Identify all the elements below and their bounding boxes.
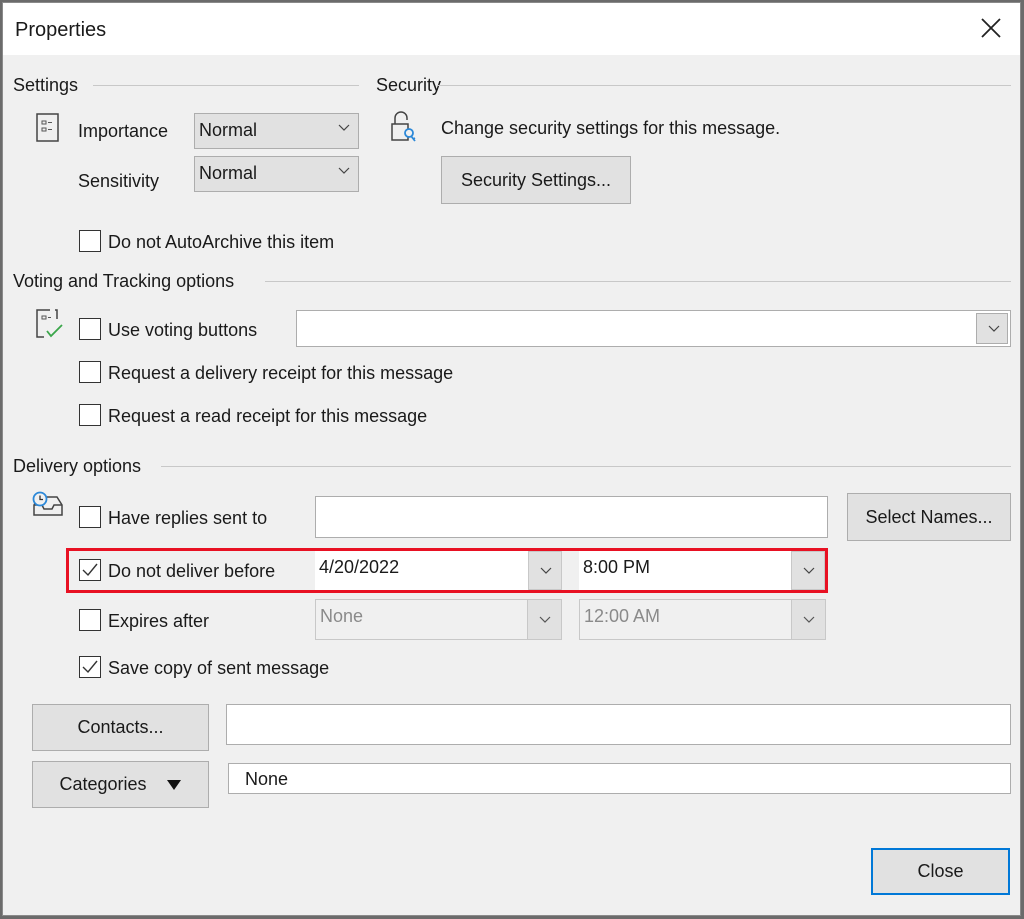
title-bar: Properties	[3, 3, 1020, 55]
contacts-input[interactable]	[226, 704, 1011, 745]
security-settings-label: Security Settings...	[460, 170, 612, 190]
checkmark-icon	[82, 660, 98, 674]
select-names-label: Select Names...	[865, 507, 993, 527]
chevron-down-icon	[803, 567, 815, 574]
have-replies-label: Have replies sent to	[108, 508, 268, 528]
security-settings-button[interactable]: Security Settings...	[441, 156, 631, 204]
categories-label: Categories	[59, 774, 147, 794]
voting-section-label: Voting and Tracking options	[13, 271, 235, 291]
delivery-clock-tray-icon	[31, 491, 65, 526]
dialog-title: Properties	[15, 19, 107, 41]
expires-time-value: 12:00 AM	[584, 606, 661, 626]
sensitivity-select[interactable]: Normal	[194, 156, 359, 192]
use-voting-label: Use voting buttons	[108, 320, 258, 340]
expires-date-value: None	[320, 606, 364, 626]
categories-input[interactable]: None	[228, 763, 1011, 794]
expires-after-label: Expires after	[108, 611, 210, 631]
close-label: Close	[917, 861, 964, 881]
settings-section-label: Settings	[13, 75, 79, 95]
chevron-down-icon	[338, 167, 350, 174]
have-replies-checkbox[interactable]	[79, 506, 101, 528]
do-not-deliver-before-label: Do not deliver before	[108, 561, 276, 581]
replies-to-input[interactable]	[315, 496, 828, 538]
read-receipt-checkbox[interactable]	[79, 404, 101, 426]
checkmark-icon	[82, 563, 98, 577]
close-icon[interactable]	[980, 17, 1002, 39]
chevron-down-icon	[539, 616, 551, 623]
triangle-down-icon	[166, 780, 181, 791]
autoarchive-label: Do not AutoArchive this item	[108, 232, 335, 252]
close-button[interactable]: Close	[871, 848, 1010, 895]
chevron-down-icon	[540, 567, 552, 574]
chevron-down-icon	[338, 124, 350, 131]
chevron-down-icon	[803, 616, 815, 623]
save-copy-label: Save copy of sent message	[108, 658, 330, 678]
defer-time-dropdown-button[interactable]	[791, 551, 825, 590]
importance-label: Importance	[78, 121, 169, 141]
voting-icon	[36, 309, 64, 344]
settings-divider	[93, 85, 359, 86]
defer-date-dropdown-button[interactable]	[528, 551, 562, 590]
expires-date-dropdown-button[interactable]	[527, 600, 561, 639]
contacts-label: Contacts...	[77, 717, 164, 737]
categories-button[interactable]: Categories	[32, 761, 209, 808]
delivery-receipt-label: Request a delivery receipt for this mess…	[108, 363, 454, 383]
delivery-divider	[161, 466, 1011, 467]
expires-time-combo[interactable]: 12:00 AM	[579, 599, 826, 640]
delivery-section-label: Delivery options	[13, 456, 142, 476]
security-divider	[437, 85, 1011, 86]
security-description: Change security settings for this messag…	[441, 118, 781, 138]
defer-date-combo[interactable]: 4/20/2022	[315, 551, 562, 590]
categories-value: None	[245, 769, 289, 789]
importance-value: Normal	[199, 120, 258, 140]
properties-list-icon	[36, 113, 60, 148]
select-names-button[interactable]: Select Names...	[847, 493, 1011, 541]
sensitivity-value: Normal	[199, 163, 258, 183]
defer-time-value: 8:00 PM	[583, 557, 651, 577]
security-section-label: Security	[376, 75, 442, 95]
expires-after-checkbox[interactable]	[79, 609, 101, 631]
lock-key-icon	[390, 111, 418, 148]
expires-time-dropdown-button[interactable]	[791, 600, 825, 639]
save-copy-checkbox[interactable]	[79, 656, 101, 678]
defer-time-combo[interactable]: 8:00 PM	[579, 551, 825, 590]
use-voting-checkbox[interactable]	[79, 318, 101, 340]
sensitivity-label: Sensitivity	[78, 171, 160, 191]
voting-buttons-combo[interactable]	[296, 310, 1011, 347]
voting-divider	[265, 281, 1011, 282]
expires-date-combo[interactable]: None	[315, 599, 562, 640]
properties-dialog: Properties Settings Importance Normal Se…	[2, 2, 1021, 916]
do-not-deliver-before-checkbox[interactable]	[79, 559, 101, 581]
autoarchive-checkbox[interactable]	[79, 230, 101, 252]
defer-date-value: 4/20/2022	[319, 557, 400, 577]
delivery-receipt-checkbox[interactable]	[79, 361, 101, 383]
read-receipt-label: Request a read receipt for this message	[108, 406, 428, 426]
chevron-down-icon	[988, 325, 1000, 332]
importance-select[interactable]: Normal	[194, 113, 359, 149]
voting-dropdown-button[interactable]	[976, 313, 1008, 344]
contacts-button[interactable]: Contacts...	[32, 704, 209, 751]
